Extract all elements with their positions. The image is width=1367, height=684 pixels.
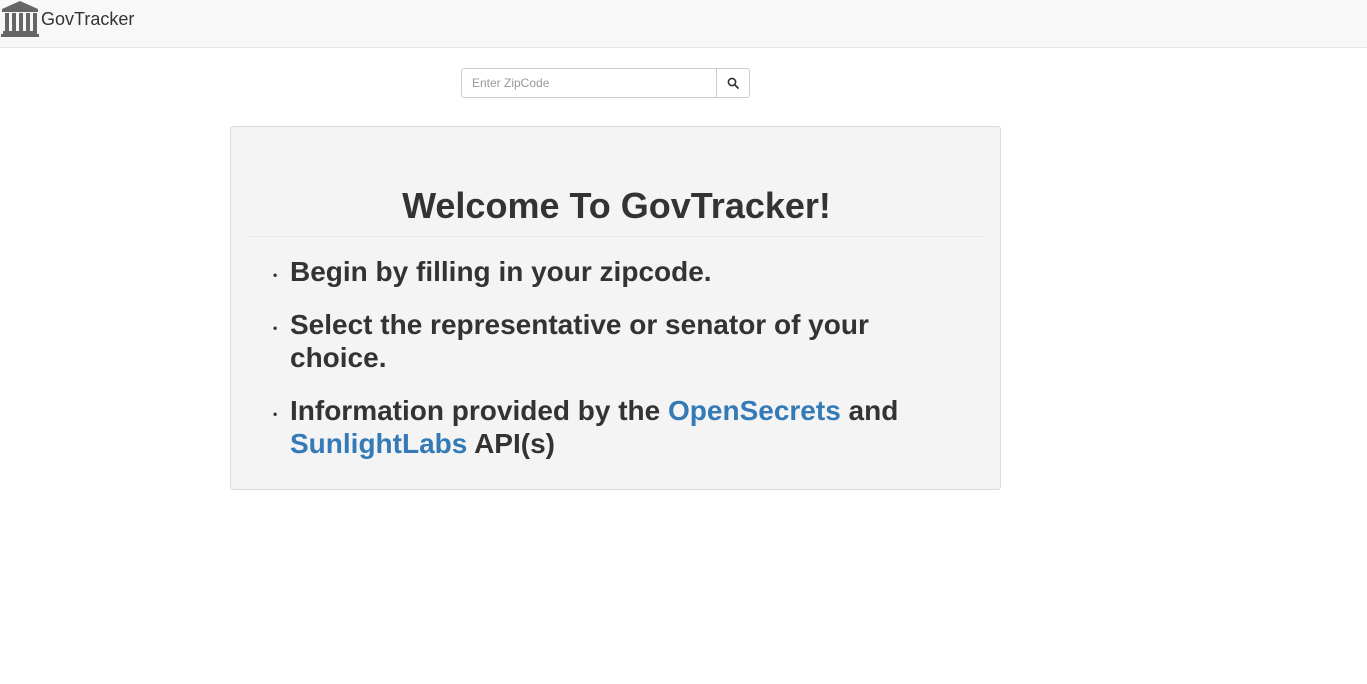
sunlightlabs-link[interactable]: SunlightLabs — [290, 428, 467, 459]
bullet-icon: • — [273, 268, 278, 282]
bullet-icon: • — [273, 407, 278, 421]
bullet-icon: • — [273, 321, 278, 335]
brand-link[interactable]: GovTracker — [0, 0, 134, 40]
search-icon — [727, 77, 739, 89]
instruction-text-suffix: API(s) — [467, 428, 555, 459]
welcome-title: Welcome To GovTracker! — [249, 185, 984, 237]
list-item: • Select the representative or senator o… — [273, 308, 970, 374]
instruction-text: Begin by filling in your zipcode. — [290, 256, 712, 287]
zipcode-search-form — [461, 68, 750, 98]
instruction-text-prefix: Information provided by the — [290, 395, 669, 426]
instruction-text: Select the representative or senator of … — [290, 309, 869, 373]
brand-name: GovTracker — [41, 8, 135, 29]
capitol-building-icon — [0, 0, 40, 40]
search-button[interactable] — [717, 68, 750, 98]
instruction-text-middle: and — [840, 395, 899, 426]
list-item: • Begin by filling in your zipcode. — [273, 255, 970, 288]
instructions-list: • Begin by filling in your zipcode. • Se… — [273, 255, 970, 480]
zipcode-input[interactable] — [461, 68, 717, 98]
navbar: GovTracker — [0, 0, 1367, 48]
welcome-panel: Welcome To GovTracker! • Begin by fillin… — [230, 126, 1001, 490]
list-item: • Information provided by the OpenSecret… — [273, 394, 970, 460]
opensecrets-link[interactable]: OpenSecrets — [668, 395, 841, 426]
